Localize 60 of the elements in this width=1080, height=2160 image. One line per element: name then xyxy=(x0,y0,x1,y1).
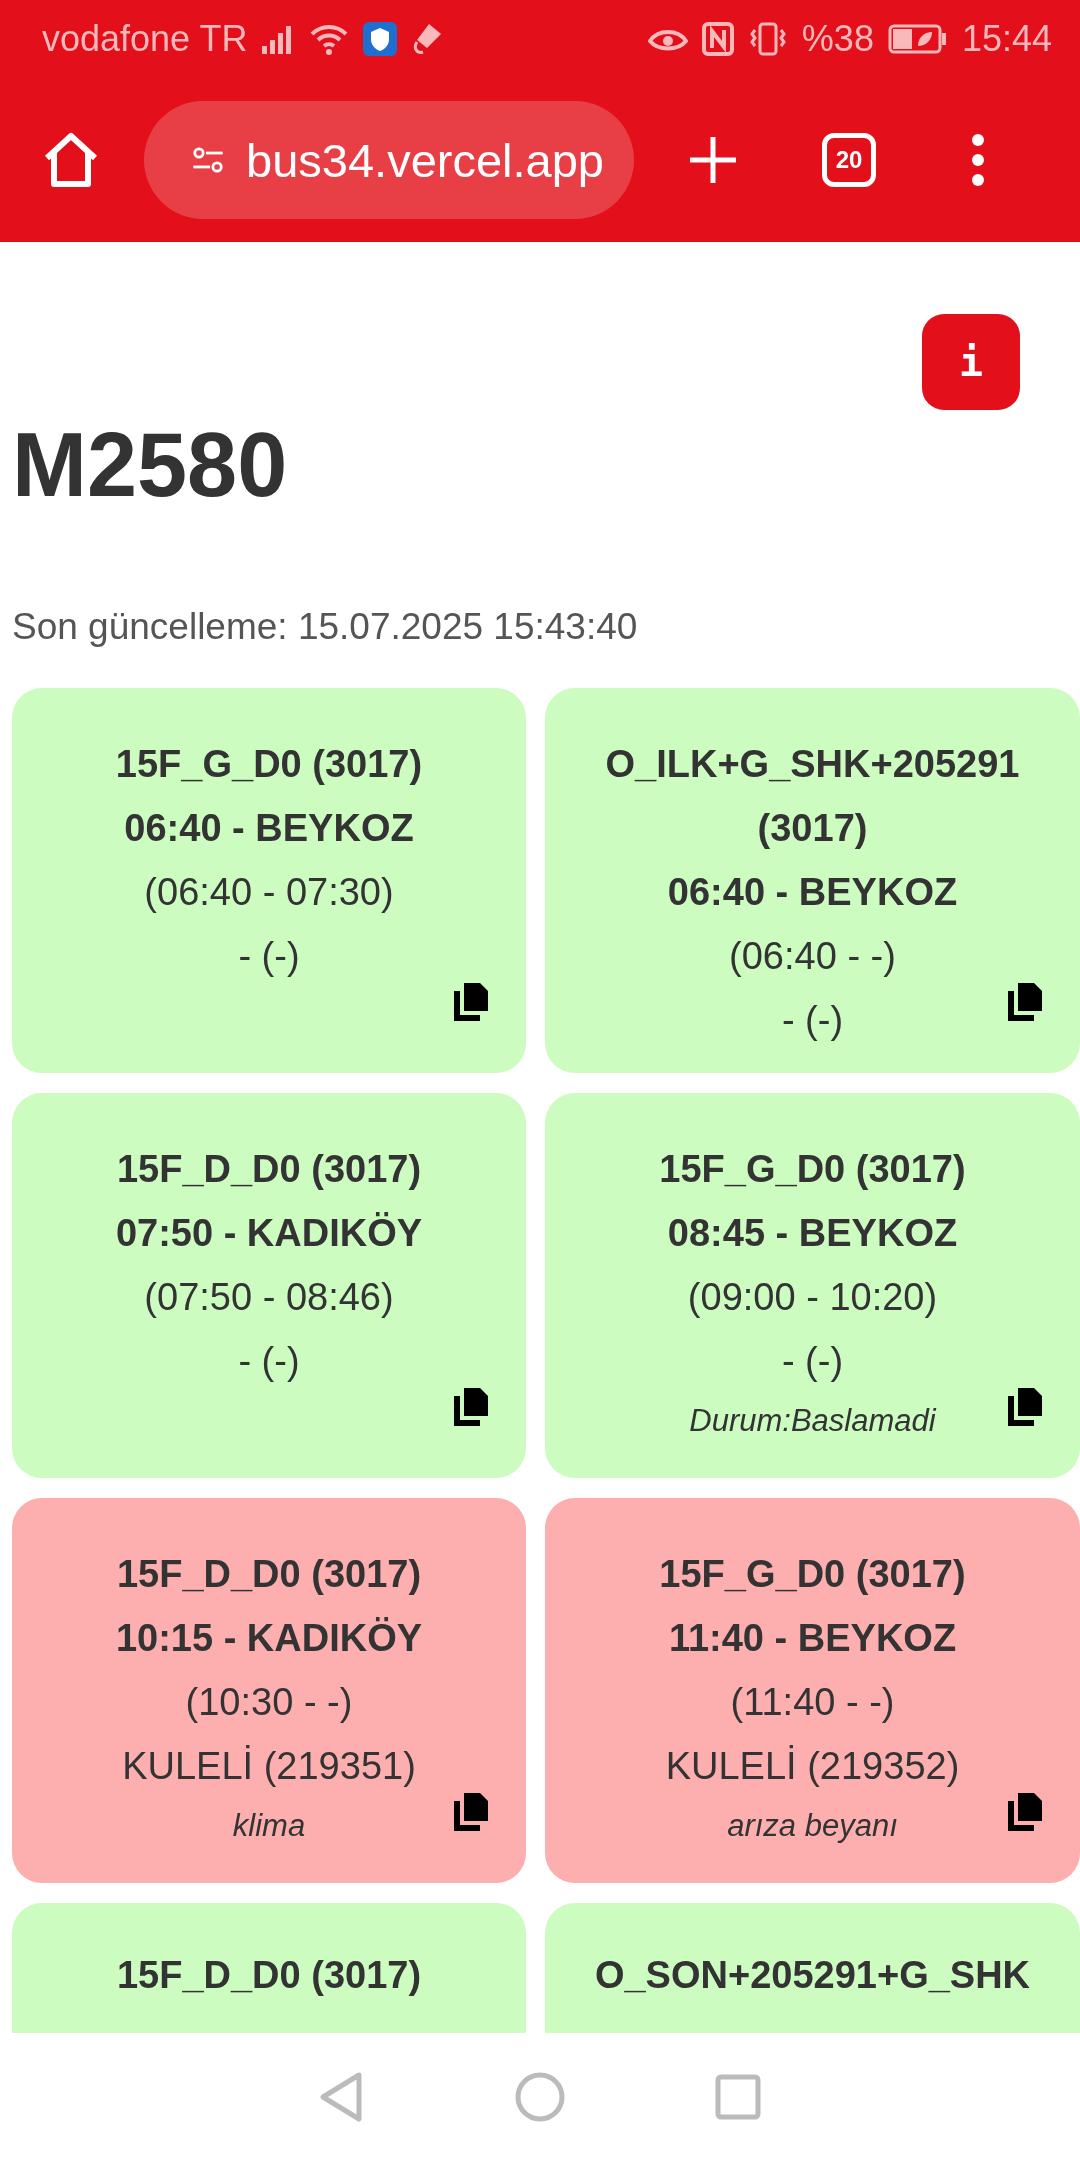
trip-location: KULELİ (219352) xyxy=(665,1744,960,1789)
trip-code: 15F_D_D0 (3017) xyxy=(116,1953,422,1998)
address-bar[interactable]: bus34.vercel.app xyxy=(144,101,634,219)
vibrate-icon xyxy=(747,22,788,56)
home-icon[interactable] xyxy=(42,132,100,188)
copy-icon[interactable] xyxy=(452,1791,490,1833)
carrier-name: vodafone TR xyxy=(42,18,248,60)
trip-departure: 11:40 - BEYKOZ xyxy=(668,1616,957,1661)
copy-icon[interactable] xyxy=(452,981,490,1023)
last-updated: Son güncelleme: 15.07.2025 15:43:40 xyxy=(12,606,639,648)
trip-departure: 06:40 - BEYKOZ xyxy=(124,806,414,851)
trip-card[interactable]: 15F_G_D0 (3017) 06:40 - BEYKOZ (06:40 - 07:30) - (-) xyxy=(12,688,526,1073)
copy-icon[interactable] xyxy=(1006,1386,1044,1428)
trip-departure: 07:50 - KADIKÖY xyxy=(115,1211,423,1256)
trip-card[interactable]: 15F_D_D0 (3017) 10:15 - KADIKÖY (10:30 - -) KULELİ (219351) klima xyxy=(12,1498,526,1883)
trip-code: O_ILK+G_SHK+205291 (3017) xyxy=(604,742,1021,851)
trip-code: 15F_G_D0 (3017) xyxy=(115,742,423,787)
battery-icon xyxy=(887,24,948,54)
clock-time: 15:44 xyxy=(961,18,1052,60)
copy-icon[interactable] xyxy=(1006,981,1044,1023)
tab-count-button[interactable]: 20 xyxy=(822,133,876,187)
trip-departure: 06:40 - BEYKOZ xyxy=(667,870,958,915)
trip-departure: 08:45 - BEYKOZ xyxy=(667,1211,958,1256)
trip-card[interactable]: 15F_D_D0 (3017) 07:50 - KADIKÖY (07:50 - 08:46) - (-) xyxy=(12,1093,526,1478)
trip-code: 15F_G_D0 (3017) xyxy=(659,1552,966,1597)
menu-icon[interactable] xyxy=(970,133,986,187)
copy-icon[interactable] xyxy=(1006,1791,1044,1833)
info-button[interactable]: i xyxy=(922,314,1020,410)
trip-location: - (-) xyxy=(238,934,300,979)
copy-icon[interactable] xyxy=(452,1386,490,1428)
trip-location: KULELİ (219351) xyxy=(122,1744,416,1789)
trip-code: 15F_D_D0 (3017) xyxy=(116,1552,422,1597)
trip-note: klima xyxy=(232,1807,306,1845)
trip-location: - (-) xyxy=(238,1339,300,1384)
trip-departure: 10:15 - KADIKÖY xyxy=(115,1616,423,1661)
page-title: M2580 xyxy=(12,420,289,510)
trip-card[interactable]: 15F_G_D0 (3017) 11:40 - BEYKOZ (11:40 - -) KULELİ (219352) arıza beyanı xyxy=(545,1498,1080,1883)
nfc-icon xyxy=(701,22,734,56)
trip-card[interactable]: O_ILK+G_SHK+205291 (3017) 06:40 - BEYKOZ (06:40 - -) - (-) xyxy=(545,688,1080,1073)
trip-code: O_SON+205291+G_SHK xyxy=(594,1953,1031,1998)
trip-note: arıza beyanı xyxy=(727,1807,898,1845)
trip-times: (07:50 - 08:46) xyxy=(144,1275,394,1320)
shield-app-icon xyxy=(363,22,398,56)
pen-icon xyxy=(411,22,444,56)
battery-percent: %38 xyxy=(801,18,874,60)
trip-location: - (-) xyxy=(781,998,844,1043)
new-tab-icon[interactable] xyxy=(688,135,738,185)
trip-times: (06:40 - 07:30) xyxy=(144,870,394,915)
trip-code: 15F_G_D0 (3017) xyxy=(659,1147,966,1192)
trip-times: (11:40 - -) xyxy=(730,1680,895,1725)
trip-times: (10:30 - -) xyxy=(185,1680,353,1725)
trip-card[interactable]: O_SON+205291+G_SHK xyxy=(545,1903,1080,2033)
trip-code: 15F_D_D0 (3017) xyxy=(116,1147,422,1192)
trip-card[interactable]: 15F_D_D0 (3017) xyxy=(12,1903,526,2033)
trip-times: (06:40 - -) xyxy=(729,934,896,979)
wifi-icon xyxy=(309,22,350,56)
trip-card[interactable]: 15F_G_D0 (3017) 08:45 - BEYKOZ (09:00 - 10:20) - (-) Durum:Baslamadi xyxy=(545,1093,1080,1478)
trip-location: - (-) xyxy=(781,1339,844,1384)
trip-times: (09:00 - 10:20) xyxy=(687,1275,938,1320)
trip-note: Durum:Baslamadi xyxy=(689,1402,936,1440)
